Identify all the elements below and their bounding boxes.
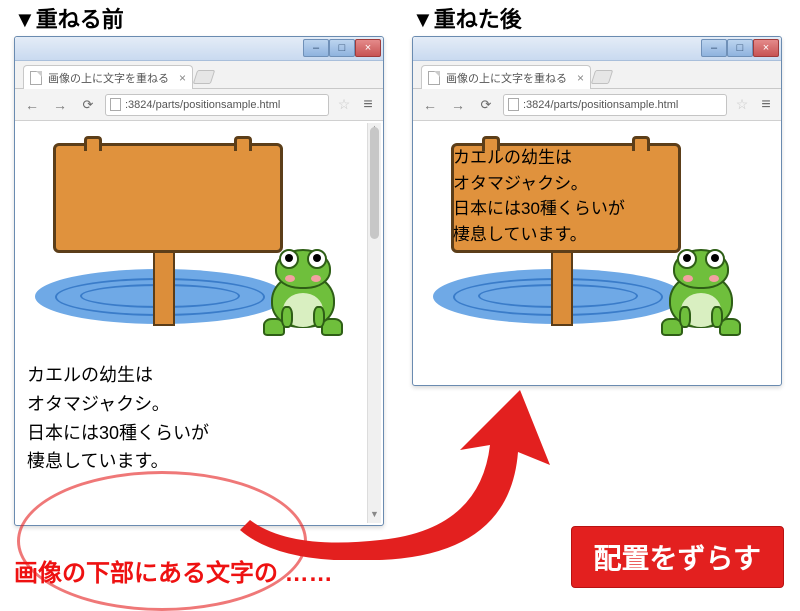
- browser-window-before: – □ × 画像の上に文字を重ねる × ← → ⟳ :3824/parts/po…: [14, 36, 384, 526]
- back-button[interactable]: ←: [419, 94, 441, 116]
- scroll-thumb[interactable]: [370, 127, 379, 239]
- url-field[interactable]: :3824/parts/positionsample.html: [503, 94, 727, 116]
- caption-text-overlaid: カエルの幼生は オタマジャクシ。 日本には30種くらいが 棲息しています。: [453, 145, 667, 247]
- menu-icon[interactable]: ≡: [359, 96, 377, 114]
- browser-tab[interactable]: 画像の上に文字を重ねる ×: [23, 65, 193, 89]
- url-text: :3824/parts/positionsample.html: [523, 99, 678, 111]
- browser-tab[interactable]: 画像の上に文字を重ねる ×: [421, 65, 591, 89]
- url-text: :3824/parts/positionsample.html: [125, 99, 280, 111]
- browser-window-after: – □ × 画像の上に文字を重ねる × ← → ⟳ :3824/parts/po…: [412, 36, 782, 386]
- reload-button[interactable]: ⟳: [77, 94, 99, 116]
- bookmark-star-icon[interactable]: ☆: [335, 96, 353, 114]
- page-icon: [30, 71, 42, 85]
- back-button[interactable]: ←: [21, 94, 43, 116]
- page-icon: [508, 98, 519, 111]
- close-window-button[interactable]: ×: [753, 39, 779, 57]
- page-icon: [428, 71, 440, 85]
- url-field[interactable]: :3824/parts/positionsample.html: [105, 94, 329, 116]
- tab-title: 画像の上に文字を重ねる: [446, 70, 567, 86]
- frog-icon: [259, 241, 347, 336]
- shift-position-button[interactable]: 配置をずらす: [571, 526, 784, 588]
- heading-before: ▼重ねる前: [14, 2, 124, 34]
- maximize-button[interactable]: □: [329, 39, 355, 57]
- maximize-button[interactable]: □: [727, 39, 753, 57]
- minimize-button[interactable]: –: [303, 39, 329, 57]
- highlight-ellipse: [17, 471, 307, 611]
- tab-bar: 画像の上に文字を重ねる ×: [413, 61, 781, 89]
- address-bar: ← → ⟳ :3824/parts/positionsample.html ☆ …: [15, 89, 383, 121]
- tab-title: 画像の上に文字を重ねる: [48, 70, 169, 86]
- forward-button[interactable]: →: [447, 94, 469, 116]
- caption-text-below: カエルの幼生は オタマジャクシ。 日本には30種くらいが 棲息しています。: [27, 361, 327, 476]
- address-bar: ← → ⟳ :3824/parts/positionsample.html ☆ …: [413, 89, 781, 121]
- footer-caption: 画像の下部にある文字の ……: [14, 553, 333, 588]
- tab-bar: 画像の上に文字を重ねる ×: [15, 61, 383, 89]
- page-viewport: ▲ ▼ カエルの幼生は オタマジャクシ。 日本には30種くらいが 棲息しています…: [15, 121, 383, 525]
- titlebar[interactable]: – □ ×: [15, 37, 383, 61]
- forward-button[interactable]: →: [49, 94, 71, 116]
- heading-after: ▼重ねた後: [412, 2, 522, 34]
- page-icon: [110, 98, 121, 111]
- tab-close-icon[interactable]: ×: [577, 71, 584, 85]
- bookmark-star-icon[interactable]: ☆: [733, 96, 751, 114]
- scrollbar[interactable]: ▲ ▼: [367, 123, 381, 523]
- menu-icon[interactable]: ≡: [757, 96, 775, 114]
- new-tab-button[interactable]: [193, 70, 216, 84]
- minimize-button[interactable]: –: [701, 39, 727, 57]
- close-window-button[interactable]: ×: [355, 39, 381, 57]
- tab-close-icon[interactable]: ×: [179, 71, 186, 85]
- new-tab-button[interactable]: [591, 70, 614, 84]
- scroll-down-icon[interactable]: ▼: [368, 509, 381, 523]
- page-viewport: カエルの幼生は オタマジャクシ。 日本には30種くらいが 棲息しています。: [413, 121, 781, 385]
- reload-button[interactable]: ⟳: [475, 94, 497, 116]
- titlebar[interactable]: – □ ×: [413, 37, 781, 61]
- signboard-illustration: [25, 131, 355, 346]
- frog-icon: [657, 241, 745, 336]
